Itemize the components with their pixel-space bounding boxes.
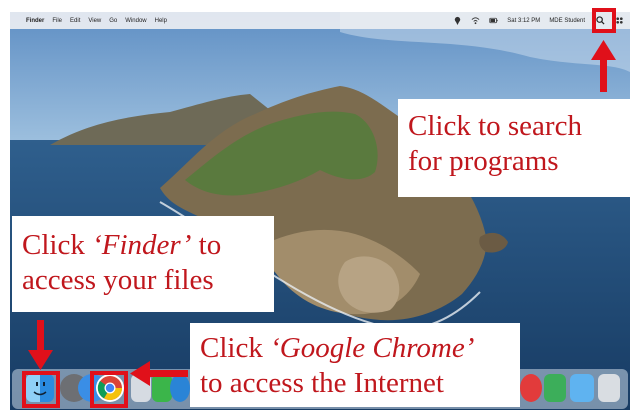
menu-file[interactable]: File [52, 18, 62, 24]
menu-edit[interactable]: Edit [70, 18, 80, 24]
finder-callout-line2: access your files [22, 264, 214, 296]
control-center-icon[interactable] [615, 16, 624, 25]
finder-callout: Click ‘Finder’ to access your files [12, 216, 274, 312]
search-callout-line1: Click to search [408, 110, 582, 142]
search-callout: Click to search for programs [398, 99, 634, 197]
maps-icon[interactable] [544, 374, 566, 402]
chrome-callout-line1: Click ‘Google Chrome’ [200, 331, 510, 366]
menu-window[interactable]: Window [125, 18, 146, 24]
chrome-callout-line2: to access the Internet [200, 367, 444, 399]
contacts-icon[interactable] [131, 374, 151, 402]
finder-callout-line1: Click ‘Finder’ to [22, 228, 264, 263]
menu-help[interactable]: Help [155, 18, 167, 24]
trash-icon[interactable] [598, 374, 620, 402]
search-highlight-box [592, 8, 616, 33]
search-callout-line2: for programs [408, 145, 559, 177]
wifi-icon[interactable] [471, 16, 480, 25]
menubar-user[interactable]: MDE Student [549, 18, 585, 24]
finder-callout-emph: ‘Finder’ [92, 229, 192, 261]
location-icon[interactable] [453, 16, 462, 25]
mail-icon[interactable] [170, 374, 190, 402]
battery-icon[interactable] [489, 16, 498, 25]
chrome-callout: Click ‘Google Chrome’ to access the Inte… [190, 323, 520, 407]
menu-view[interactable]: View [88, 18, 101, 24]
chrome-highlight-box [90, 371, 128, 408]
folder-icon[interactable] [570, 374, 594, 402]
finder-callout-pre: Click [22, 229, 93, 261]
menubar-clock[interactable]: Sat 3:12 PM [507, 18, 540, 24]
finder-app-menu[interactable]: Finder [26, 18, 44, 24]
finder-highlight-box [22, 371, 60, 408]
chrome-callout-pre: Click [200, 332, 271, 364]
news-icon[interactable] [520, 374, 542, 402]
finder-callout-post: to [191, 229, 222, 261]
menu-go[interactable]: Go [109, 18, 117, 24]
chrome-callout-emph: ‘Google Chrome’ [270, 332, 475, 364]
messages-icon[interactable] [152, 374, 172, 402]
menu-bar: Finder File Edit View Go Window Help Sat… [10, 12, 630, 29]
